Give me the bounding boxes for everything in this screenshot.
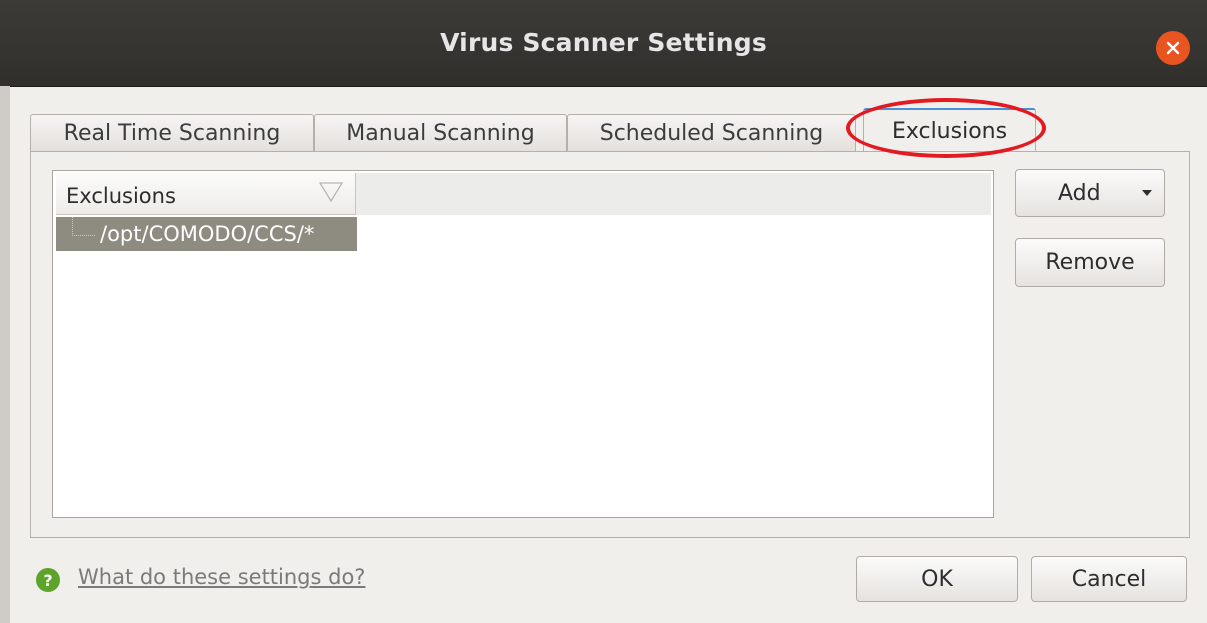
list-item[interactable]: /opt/COMODO/CCS/* bbox=[56, 217, 357, 251]
close-button[interactable] bbox=[1156, 31, 1190, 65]
add-button-label: Add bbox=[1058, 181, 1101, 206]
tab-exclusions[interactable]: Exclusions bbox=[863, 108, 1036, 153]
settings-dialog: Virus Scanner Settings Real Time Scannin… bbox=[0, 0, 1207, 623]
sort-indicator-icon bbox=[318, 182, 344, 203]
dropdown-arrow-icon bbox=[1142, 190, 1152, 196]
tab-scheduled-scanning[interactable]: Scheduled Scanning bbox=[567, 114, 856, 152]
title-bar[interactable]: Virus Scanner Settings bbox=[0, 0, 1207, 87]
tab-manual-scanning[interactable]: Manual Scanning bbox=[314, 114, 567, 152]
window-title: Virus Scanner Settings bbox=[440, 28, 767, 57]
ok-button[interactable]: OK bbox=[856, 556, 1018, 602]
close-icon bbox=[1166, 41, 1180, 55]
tree-guide-line bbox=[72, 217, 95, 236]
exclusions-list[interactable]: Exclusions /opt/COMODO/CCS/* bbox=[52, 170, 994, 518]
list-header-filler bbox=[356, 173, 991, 215]
column-header-exclusions[interactable]: Exclusions bbox=[56, 173, 356, 215]
list-item-label: /opt/COMODO/CCS/* bbox=[100, 222, 315, 246]
window-edge bbox=[0, 86, 10, 623]
tab-real-time-scanning[interactable]: Real Time Scanning bbox=[30, 114, 314, 152]
cancel-button[interactable]: Cancel bbox=[1031, 556, 1187, 602]
remove-button[interactable]: Remove bbox=[1015, 238, 1165, 287]
help-link[interactable]: What do these settings do? bbox=[78, 565, 365, 589]
column-header-label: Exclusions bbox=[66, 184, 176, 208]
add-button[interactable]: Add bbox=[1015, 169, 1165, 217]
help-icon[interactable]: ? bbox=[36, 568, 60, 592]
